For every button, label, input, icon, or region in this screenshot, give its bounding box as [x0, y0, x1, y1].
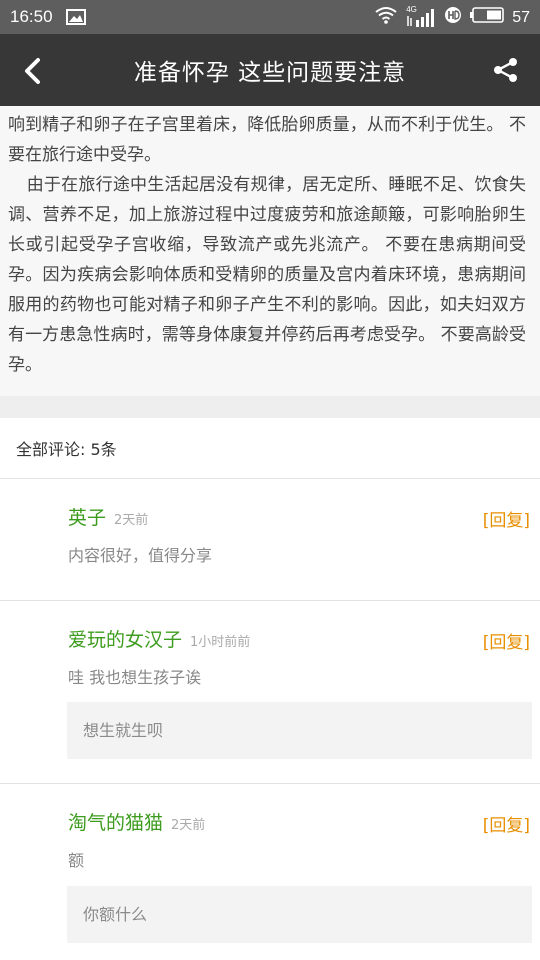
battery-level: 57 — [512, 8, 530, 26]
comment-text: 哇 我也想生孩子诶 — [68, 668, 202, 687]
article-paragraph: 由于在旅行途中生活起居没有规律，居无定所、睡眠不足、饮食失调、营养不足，加上旅游… — [8, 175, 526, 375]
comment-time: 1小时前前 — [190, 635, 251, 650]
status-time: 16:50 — [10, 7, 53, 26]
page-title: 准备怀孕 这些问题要注意 — [133, 60, 407, 86]
comments-count-label: 全部评论: 5条 — [16, 440, 117, 459]
image-icon — [66, 9, 86, 30]
comment-author[interactable]: 英子 2天前 — [68, 503, 148, 530]
comment-text: 内容很好，值得分享 — [68, 546, 213, 565]
wifi-icon — [374, 6, 398, 29]
reply-button[interactable]: [回复] — [483, 628, 530, 653]
comment-author[interactable]: 淘气的猫猫 2天前 — [68, 808, 205, 835]
sub-reply[interactable]: 想生就生呗 — [67, 702, 532, 759]
comment-item: 爱玩的女汉子 1小时前前 [回复] 哇 我也想生孩子诶 想生就生呗 — [0, 601, 540, 784]
reply-button[interactable]: [回复] — [483, 506, 530, 531]
article-body: 因为长期的疲劳、紧张与营养不良等会影响精子与卵子质量，也会影响到精子和卵子在子宫… — [0, 106, 540, 396]
battery-icon — [470, 7, 505, 28]
section-divider — [0, 396, 540, 418]
comment-time: 2天前 — [114, 513, 149, 528]
signal-icon: 4G — [406, 5, 436, 28]
comment-item: 英子 2天前 [回复] 内容很好，值得分享 — [0, 479, 540, 601]
status-bar: 16:50 4G 57 — [0, 0, 540, 34]
reply-button[interactable]: [回复] — [483, 811, 530, 836]
status-indicators: 4G 57 — [374, 5, 530, 29]
comment-item: 淘气的猫猫 2天前 [回复] 额 你额什么 — [0, 784, 540, 960]
comment-time: 2天前 — [171, 818, 206, 833]
sub-reply[interactable]: 你额什么 — [67, 886, 532, 943]
comment-author[interactable]: 爱玩的女汉子 1小时前前 — [68, 625, 250, 652]
comment-text: 额 — [68, 851, 85, 870]
hd-icon — [444, 6, 462, 29]
app-header: 准备怀孕 这些问题要注意 — [0, 34, 540, 106]
share-icon[interactable] — [492, 56, 520, 84]
comments-header: 全部评论: 5条 — [0, 418, 540, 479]
article-paragraph: 因为长期的疲劳、紧张与营养不良等会影响精子与卵子质量，也会影响到精子和卵子在子宫… — [8, 115, 526, 165]
